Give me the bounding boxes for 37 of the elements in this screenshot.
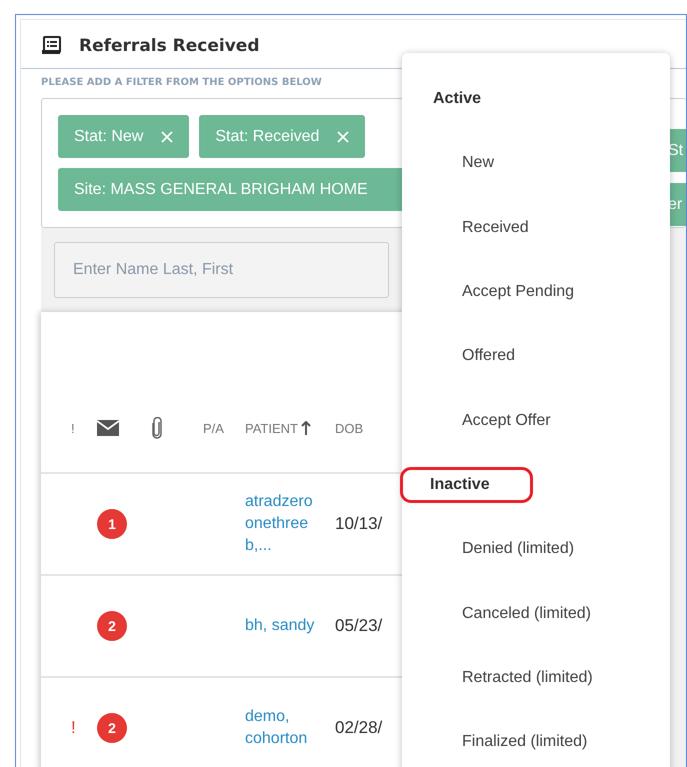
patient-link[interactable]: onethree	[245, 515, 335, 533]
menu-item[interactable]: Accept Offer	[462, 412, 551, 430]
paperclip-icon[interactable]	[151, 417, 163, 439]
menu-group-label: Inactive	[400, 466, 533, 503]
patient-link[interactable]: cohorton	[245, 730, 335, 748]
menu-item[interactable]: Offered	[462, 347, 516, 366]
column-header[interactable]: DOB	[335, 420, 405, 436]
menu-item[interactable]: Received	[462, 218, 529, 237]
table-cell-text: 05/23/	[335, 616, 384, 636]
menu-group-label: Active	[432, 89, 482, 110]
filter-chip[interactable]: Stat: Received	[199, 115, 366, 158]
name-search-field[interactable]: Enter Name Last, First	[54, 242, 389, 298]
column-header[interactable]: P/A	[203, 420, 245, 436]
count-badge: 2	[97, 611, 127, 641]
menu-item[interactable]: Canceled (limited)	[462, 604, 591, 623]
menu-item[interactable]: Finalized (limited)	[462, 733, 588, 752]
filter-hint: PLEASE ADD A FILTER FROM THE OPTIONS BELOW	[40, 76, 323, 88]
count-badge: 1	[97, 509, 127, 539]
menu-item[interactable]: Denied (limited)	[462, 540, 574, 558]
mail-icon[interactable]	[97, 420, 119, 436]
menu-item[interactable]: Accept Pending	[462, 283, 574, 302]
patient-link[interactable]: demo,	[245, 708, 335, 726]
filter-chip[interactable]: Stat: New	[58, 115, 190, 158]
table-cell-text: 10/13/	[335, 514, 384, 534]
count-badge: 2	[97, 713, 127, 743]
patient-link[interactable]: atradzero	[245, 493, 335, 511]
column-header[interactable]: PATIENT	[245, 420, 335, 436]
patient-link[interactable]: b,...	[245, 537, 335, 555]
menu-item[interactable]: Retracted (limited)	[462, 668, 593, 687]
patient-link[interactable]: bh, sandy	[245, 617, 335, 635]
menu-item[interactable]: New	[462, 154, 494, 172]
column-header[interactable]: !	[41, 420, 97, 436]
sort-up-icon	[300, 421, 311, 435]
table-cell-text: 02/28/	[335, 718, 384, 738]
list-card-icon	[41, 36, 63, 56]
panel-title: Referrals Received	[79, 36, 260, 56]
urgent-mark: !	[71, 718, 76, 738]
